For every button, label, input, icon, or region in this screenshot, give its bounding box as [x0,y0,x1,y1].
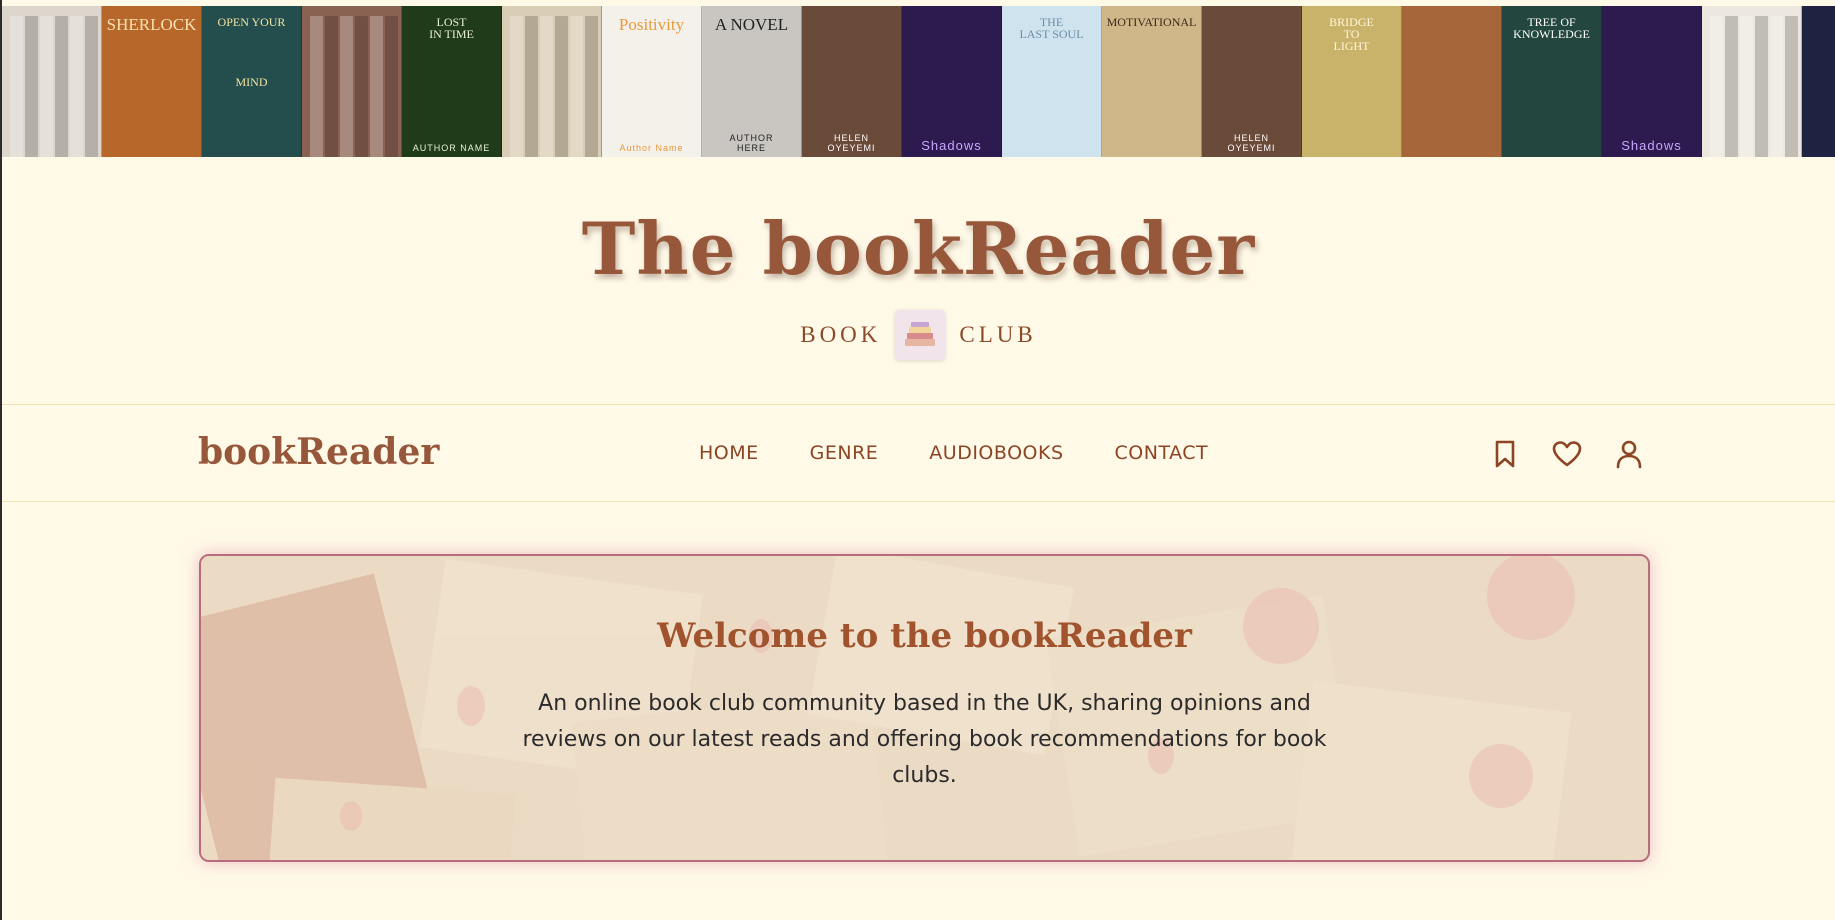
cover-title: A NOVEL [714,15,789,34]
book-spine [370,16,383,157]
welcome-hero: Welcome to the bookReader An online book… [199,554,1650,862]
motivational-cover: MOTIVATIONAL [1102,6,1202,157]
bookmark-icon[interactable] [1489,438,1521,470]
book-spine [1755,16,1768,157]
nav-genre[interactable]: GENRE [810,442,879,464]
cover-author: Shadows [1621,138,1682,153]
hands-cover [1402,6,1502,157]
cover-title: MOTIVATIONAL [1106,15,1197,29]
book-spine [385,16,398,157]
cover-title: OPEN YOUR MIND [217,15,286,89]
book-spine [555,16,568,157]
a-novel-cover: A NOVEL AUTHOR HERE [702,6,802,157]
old-books-photo [302,6,402,157]
book-spine [525,16,538,157]
book-spine [1710,16,1723,157]
tree-of-knowledge-cover: TREE OF KNOWLEDGE [1502,6,1602,157]
book-spine [570,16,583,157]
main-navbar: bookReader HOME GENRE AUDIOBOOKS CONTACT [2,404,1835,502]
book-spine [1770,16,1783,157]
book-spine [85,16,98,157]
book-spine [1785,16,1798,157]
nav-links: HOME GENRE AUDIOBOOKS CONTACT [699,442,1208,464]
heart-icon[interactable] [1551,438,1583,470]
subtitle-book: BOOK [800,322,882,347]
book-spine [1725,16,1738,157]
book-spine [25,16,38,157]
sherlock-cover: SHERLOCK [102,6,202,157]
cover-title: THE LAST SOUL [1019,15,1084,41]
book-spine [355,16,368,157]
lost-in-time-cover: LOST IN TIME AUTHOR NAME [402,6,502,157]
book-stack-photo [2,6,102,157]
nav-audiobooks[interactable]: AUDIOBOOKS [929,442,1063,464]
avenging-shadows-cover-1: Shadows [902,6,1002,157]
hero-description: An online book club community based in t… [522,691,1327,788]
positivity-cover: Positivity Author Name [602,6,702,157]
the-last-soul-cover: THE LAST SOUL [1002,6,1102,157]
book-spine [10,16,23,157]
book-spine [1740,16,1753,157]
cover-title: TREE OF KNOWLEDGE [1513,15,1590,41]
book-spine [585,16,598,157]
book-spines-photo [502,6,602,157]
book-spine [70,16,83,157]
white-books-photo [1702,6,1802,157]
hero-title: Welcome to the bookReader [657,616,1192,656]
page: SHERLOCK OPEN YOUR MIND LOST IN TIME AUTHOR… [2,0,1835,920]
bridge-to-light-cover: BRIDGE TO LIGHT [1302,6,1402,157]
cover-author: HELEN OYEYEMI [827,133,876,153]
book-spine [325,16,338,157]
subtitle-club: CLUB [959,322,1037,347]
cover-title: BRIDGE TO LIGHT [1329,15,1374,53]
brand-logo[interactable]: bookReader [198,431,439,473]
cover-author: Shadows [921,138,982,153]
cover-title: LOST IN TIME [429,15,474,41]
book-spine [55,16,68,157]
book-spine [340,16,353,157]
helen-oyeyemi-cover-1: HELEN OYEYEMI [802,6,902,157]
site-subtitle: BOOK CLUB [2,310,1835,360]
nav-home[interactable]: HOME [699,442,759,464]
cover-title: SHERLOCK [106,15,197,34]
book-club-logo [895,310,946,360]
avenging-shadows-cover-2: Shadows [1602,6,1702,157]
user-icon[interactable] [1613,438,1645,470]
book-cover-strip: SHERLOCK OPEN YOUR MIND LOST IN TIME AUTHOR… [2,6,1835,157]
site-title: The bookReader [581,206,1256,291]
book-spine [540,16,553,157]
open-your-mind-cover: OPEN YOUR MIND [202,6,302,157]
nav-icons [1489,438,1645,470]
nav-contact[interactable]: CONTACT [1115,442,1209,464]
cover-author: HELEN OYEYEMI [1227,133,1276,153]
book-spine [510,16,523,157]
helen-oyeyemi-cover-2: HELEN OYEYEMI [1202,6,1302,157]
cover-author: AUTHOR NAME [412,143,491,153]
book-spine [40,16,53,157]
cover-title: Positivity [618,15,685,34]
cover-author: Author Name [619,143,684,153]
book-spine [310,16,323,157]
cover-author: AUTHOR HERE [729,133,774,153]
dark-cover-partial [1802,6,1835,157]
